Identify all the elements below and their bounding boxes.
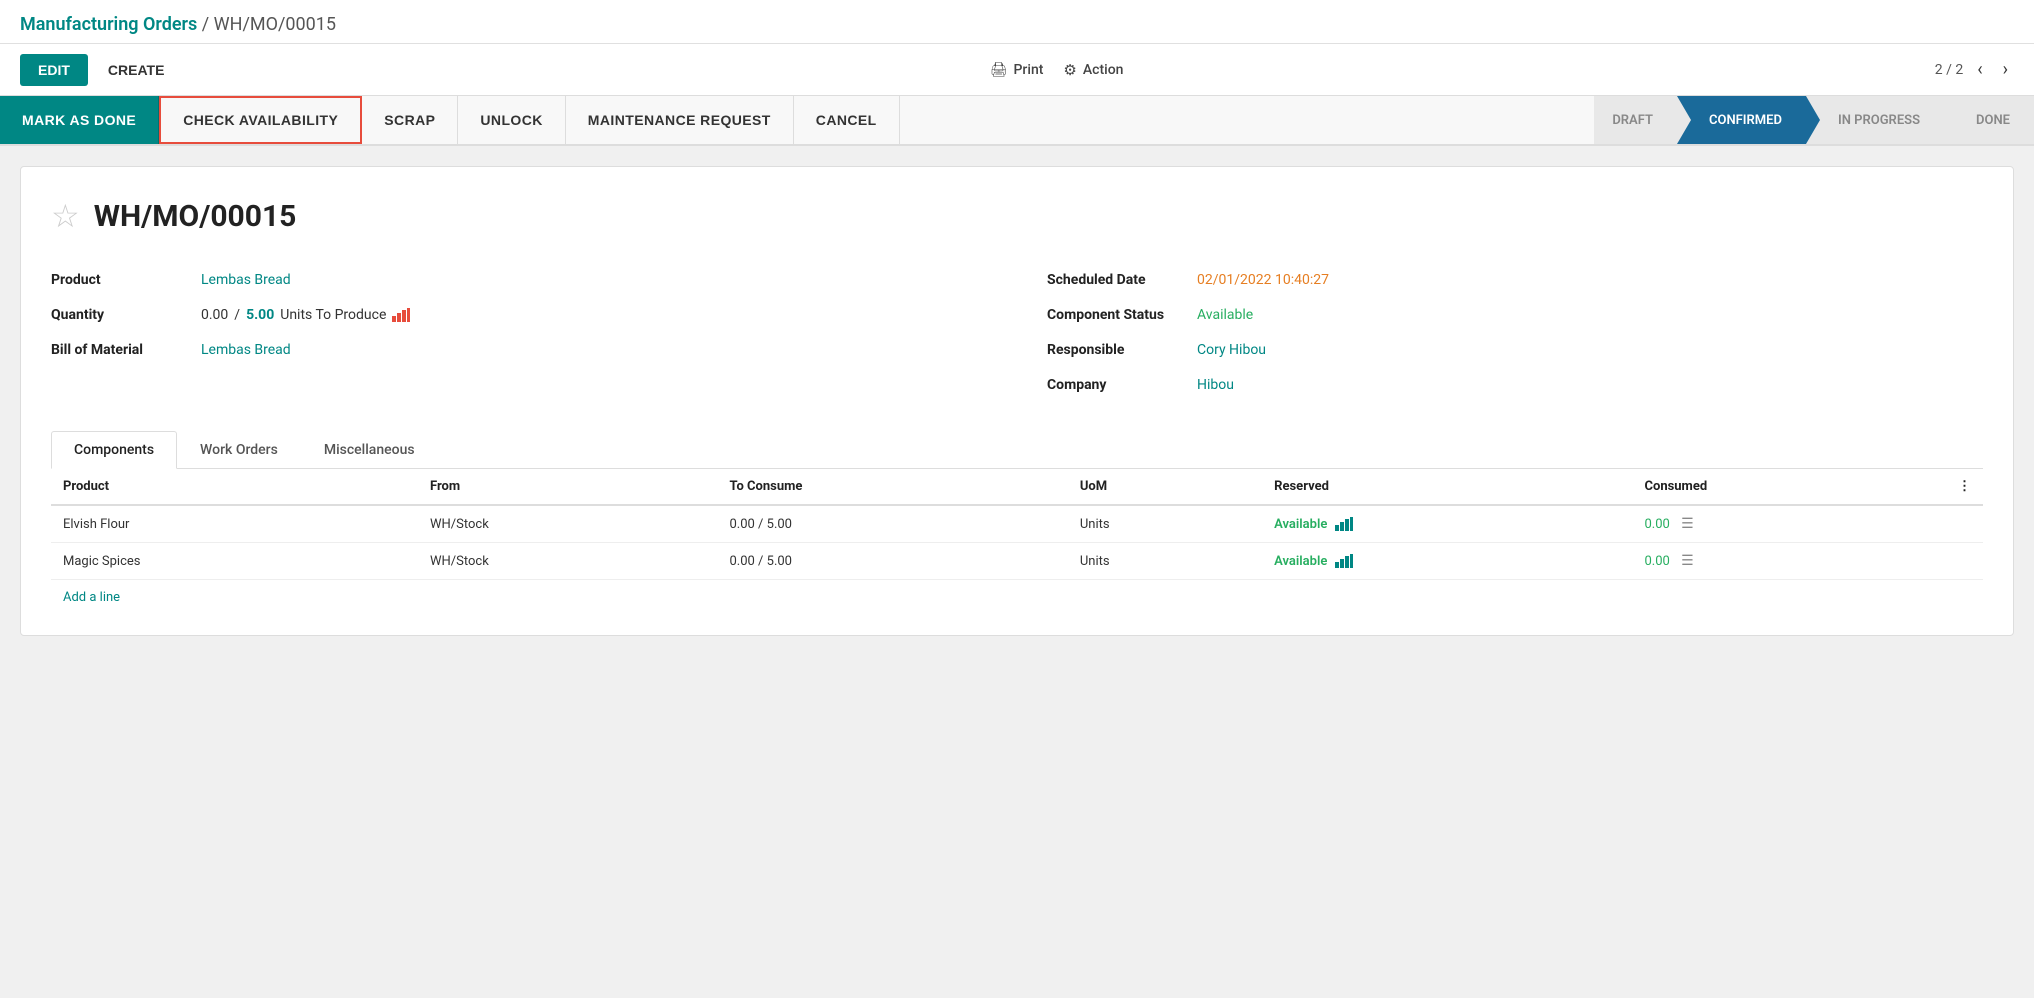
bom-label: Bill of Material bbox=[51, 342, 201, 358]
status-in-progress: IN PROGRESS bbox=[1806, 96, 1944, 144]
action-label: Action bbox=[1083, 62, 1124, 78]
row1-uom: Units bbox=[1068, 505, 1262, 543]
nav-prev[interactable]: ‹ bbox=[1971, 57, 1988, 82]
company-label: Company bbox=[1047, 377, 1197, 393]
mark-as-done-button[interactable]: MARK AS DONE bbox=[0, 96, 159, 144]
row2-to-consume: 0.00 / 5.00 bbox=[717, 543, 1067, 580]
status-confirmed-label: CONFIRMED bbox=[1709, 113, 1782, 128]
quantity-value: 0.00 / 5.00 Units To Produce bbox=[201, 307, 410, 323]
row1-consumed: 0.00 ☰ bbox=[1632, 505, 1946, 543]
row2-reserved: Available bbox=[1262, 543, 1632, 580]
row2-forecast-icon[interactable] bbox=[1335, 554, 1353, 569]
scheduled-date-label: Scheduled Date bbox=[1047, 272, 1197, 288]
status-done-label: DONE bbox=[1976, 113, 2010, 128]
favorite-star[interactable]: ☆ bbox=[51, 197, 80, 235]
action-bar: MARK AS DONE CHECK AVAILABILITY SCRAP UN… bbox=[0, 96, 2034, 146]
record-navigation: 2 / 2 ‹ › bbox=[1935, 57, 2014, 82]
tab-components[interactable]: Components bbox=[51, 431, 177, 469]
field-bom: Bill of Material Lembas Bread bbox=[51, 333, 987, 368]
field-component-status: Component Status Available bbox=[1047, 298, 1983, 333]
status-in-progress-label: IN PROGRESS bbox=[1838, 113, 1920, 128]
row1-list-icon[interactable]: ☰ bbox=[1681, 516, 1694, 532]
fields-right: Scheduled Date 02/01/2022 10:40:27 Compo… bbox=[1047, 263, 1983, 403]
maintenance-request-button[interactable]: MAINTENANCE REQUEST bbox=[566, 96, 794, 144]
table-row: Magic Spices WH/Stock 0.00 / 5.00 Units … bbox=[51, 543, 1983, 580]
row1-from: WH/Stock bbox=[418, 505, 717, 543]
field-company: Company Hibou bbox=[1047, 368, 1983, 403]
unlock-button[interactable]: UNLOCK bbox=[458, 96, 565, 144]
col-header-product: Product bbox=[51, 469, 418, 505]
forecast-icon[interactable] bbox=[392, 308, 410, 322]
breadcrumb-separator: / bbox=[202, 14, 209, 35]
row1-forecast-icon[interactable] bbox=[1335, 517, 1353, 532]
fields-left: Product Lembas Bread Quantity 0.00 / 5.0… bbox=[51, 263, 987, 403]
gear-icon: ⚙ bbox=[1063, 61, 1076, 79]
create-button[interactable]: CREATE bbox=[94, 54, 179, 86]
components-table: Product From To Consume UoM Reserved Con… bbox=[51, 469, 1983, 580]
row1-reserved: Available bbox=[1262, 505, 1632, 543]
quantity-separator: / bbox=[234, 307, 240, 323]
quantity-label: Quantity bbox=[51, 307, 201, 323]
row2-menu bbox=[1946, 543, 1983, 580]
row2-consumed: 0.00 ☰ bbox=[1632, 543, 1946, 580]
col-header-uom: UoM bbox=[1068, 469, 1262, 505]
cancel-button[interactable]: CANCEL bbox=[794, 96, 900, 144]
responsible-label: Responsible bbox=[1047, 342, 1197, 358]
status-confirmed: CONFIRMED bbox=[1677, 96, 1806, 144]
breadcrumb-parent[interactable]: Manufacturing Orders bbox=[20, 14, 197, 35]
quantity-unit: Units To Produce bbox=[280, 307, 386, 323]
toolbar: EDIT CREATE 🖨 Print ⚙ Action 2 / 2 ‹ › bbox=[0, 44, 2034, 96]
product-label: Product bbox=[51, 272, 201, 288]
print-icon: 🖨 bbox=[990, 62, 1008, 78]
component-status-value: Available bbox=[1197, 307, 1253, 323]
quantity-target[interactable]: 5.00 bbox=[246, 307, 274, 323]
col-header-menu[interactable]: ⋮ bbox=[1946, 469, 1983, 505]
tabs: Components Work Orders Miscellaneous bbox=[51, 431, 1983, 469]
tab-work-orders[interactable]: Work Orders bbox=[177, 431, 301, 468]
col-header-reserved: Reserved bbox=[1262, 469, 1632, 505]
breadcrumb: Manufacturing Orders / WH/MO/00015 bbox=[0, 0, 2034, 44]
responsible-value[interactable]: Cory Hibou bbox=[1197, 342, 1266, 358]
row2-list-icon[interactable]: ☰ bbox=[1681, 553, 1694, 569]
add-line-button[interactable]: Add a line bbox=[51, 580, 132, 615]
product-value[interactable]: Lembas Bread bbox=[201, 272, 291, 288]
nav-next[interactable]: › bbox=[1997, 57, 2014, 82]
print-label: Print bbox=[1014, 62, 1044, 78]
record-header: ☆ WH/MO/00015 bbox=[51, 197, 1983, 235]
scrap-button[interactable]: SCRAP bbox=[362, 96, 458, 144]
row1-product: Elvish Flour bbox=[51, 505, 418, 543]
breadcrumb-current: WH/MO/00015 bbox=[214, 14, 336, 35]
row2-uom: Units bbox=[1068, 543, 1262, 580]
status-draft-label: DRAFT bbox=[1612, 113, 1653, 128]
tab-miscellaneous[interactable]: Miscellaneous bbox=[301, 431, 438, 468]
row1-to-consume: 0.00 / 5.00 bbox=[717, 505, 1067, 543]
edit-button[interactable]: EDIT bbox=[20, 54, 88, 86]
status-draft: DRAFT bbox=[1594, 96, 1677, 144]
record-id: WH/MO/00015 bbox=[94, 199, 297, 234]
status-pipeline: DRAFT CONFIRMED IN PROGRESS DONE bbox=[1594, 96, 2034, 144]
col-header-to-consume: To Consume bbox=[717, 469, 1067, 505]
form-card: ☆ WH/MO/00015 Product Lembas Bread Quant… bbox=[20, 166, 2014, 636]
check-availability-button[interactable]: CHECK AVAILABILITY bbox=[159, 96, 362, 144]
table-row: Elvish Flour WH/Stock 0.00 / 5.00 Units … bbox=[51, 505, 1983, 543]
action-button[interactable]: ⚙ Action bbox=[1063, 61, 1123, 79]
row1-menu bbox=[1946, 505, 1983, 543]
row2-from: WH/Stock bbox=[418, 543, 717, 580]
company-value[interactable]: Hibou bbox=[1197, 377, 1234, 393]
field-scheduled-date: Scheduled Date 02/01/2022 10:40:27 bbox=[1047, 263, 1983, 298]
col-header-consumed: Consumed bbox=[1632, 469, 1946, 505]
scheduled-date-value[interactable]: 02/01/2022 10:40:27 bbox=[1197, 272, 1329, 288]
bom-value[interactable]: Lembas Bread bbox=[201, 342, 291, 358]
row2-product: Magic Spices bbox=[51, 543, 418, 580]
fields-grid: Product Lembas Bread Quantity 0.00 / 5.0… bbox=[51, 263, 1983, 403]
print-button[interactable]: 🖨 Print bbox=[990, 62, 1044, 78]
main-content: ☆ WH/MO/00015 Product Lembas Bread Quant… bbox=[0, 146, 2034, 656]
col-header-from: From bbox=[418, 469, 717, 505]
nav-counter: 2 / 2 bbox=[1935, 62, 1963, 78]
field-product: Product Lembas Bread bbox=[51, 263, 987, 298]
field-responsible: Responsible Cory Hibou bbox=[1047, 333, 1983, 368]
quantity-produced: 0.00 bbox=[201, 307, 228, 323]
field-quantity: Quantity 0.00 / 5.00 Units To Produce bbox=[51, 298, 987, 333]
component-status-label: Component Status bbox=[1047, 307, 1197, 323]
